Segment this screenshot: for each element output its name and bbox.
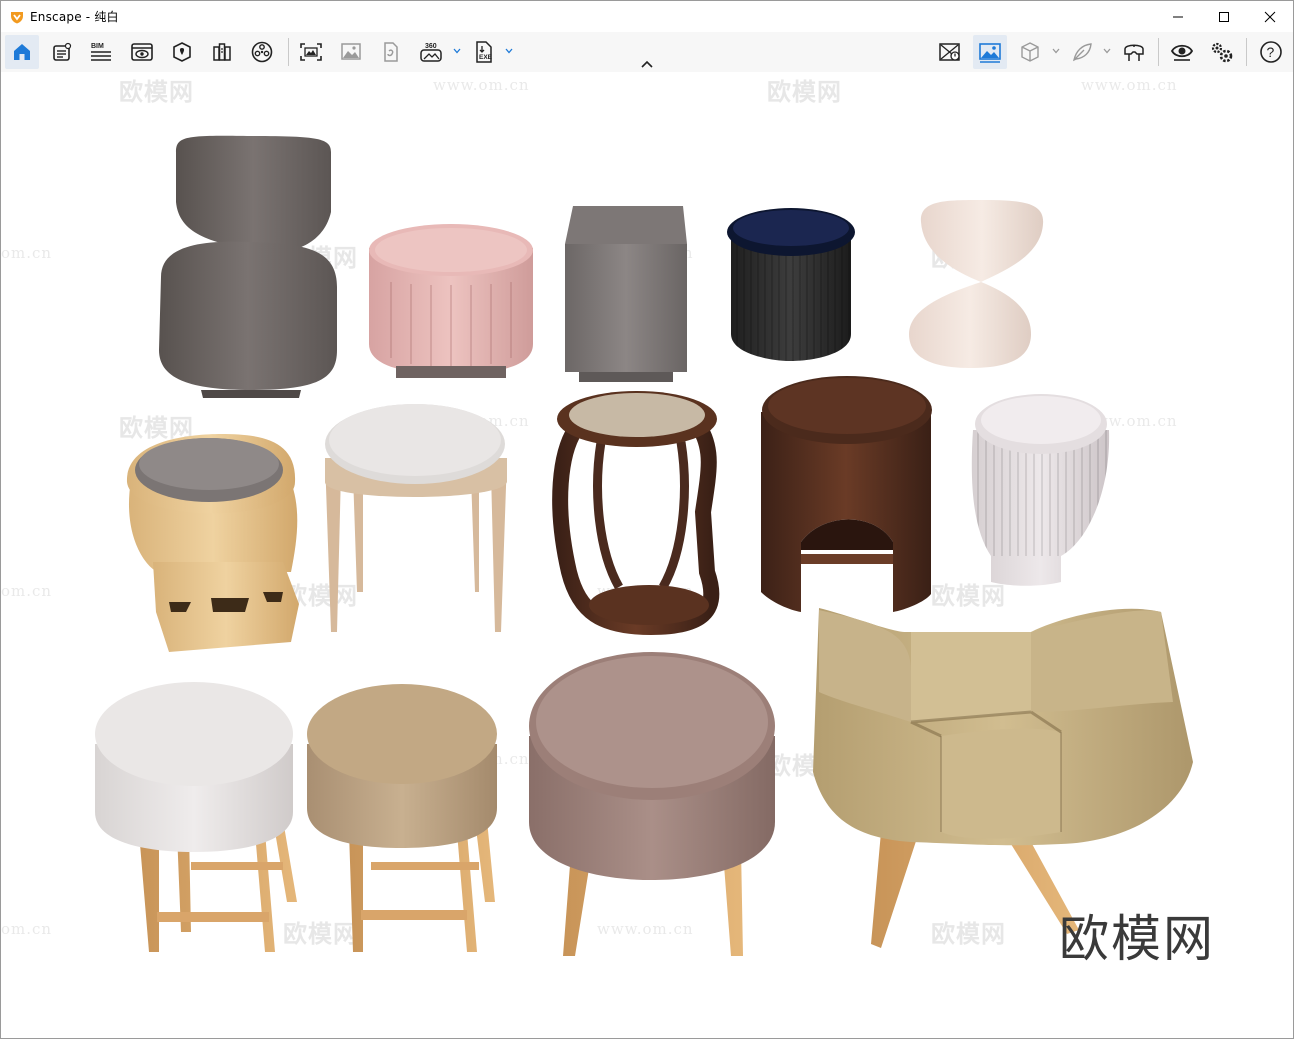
pink-velvet-pouf[interactable]: [369, 224, 533, 378]
chevron-down-icon: [453, 48, 461, 54]
render-viewport[interactable]: 欧模网 www.om.cn 欧模网 www.om.cn om.cn 欧模网 ww…: [1, 72, 1293, 1038]
maximize-button[interactable]: [1201, 1, 1247, 32]
feather-button[interactable]: [1065, 35, 1099, 69]
collapse-toolbar-chevron-icon[interactable]: [639, 59, 655, 71]
panorama-upload-icon: [384, 42, 398, 62]
export-exe-icon: EXE: [476, 41, 493, 63]
settings-button[interactable]: [1205, 35, 1239, 69]
svg-text:EXE: EXE: [479, 54, 493, 61]
asset-library-button[interactable]: [205, 35, 239, 69]
maximize-icon: [1219, 11, 1229, 22]
title-bar[interactable]: Enscape - 纯白: [1, 1, 1293, 32]
hide-objects-icon: [939, 43, 960, 61]
site-context-button[interactable]: [165, 35, 199, 69]
enscape-logo-icon: [11, 11, 23, 23]
materials-button[interactable]: [245, 35, 279, 69]
tan-fabric-wood-stool[interactable]: [307, 684, 497, 952]
help-icon: ?: [1260, 41, 1282, 63]
screenshot-button[interactable]: [294, 35, 328, 69]
wooden-drum-stool[interactable]: [126, 434, 299, 652]
chevron-down-icon: [1052, 48, 1060, 54]
feather-icon: [1072, 43, 1092, 62]
panorama-360-icon: 360: [420, 43, 442, 62]
visibility-button[interactable]: [1165, 35, 1199, 69]
svg-text:BIM: BIM: [91, 43, 104, 50]
furniture-scene: [95, 135, 1193, 956]
home-button[interactable]: [5, 35, 39, 69]
settings-icon: [1211, 42, 1233, 63]
close-button[interactable]: [1247, 1, 1293, 32]
eye-visibility-icon: [1170, 44, 1194, 61]
black-ribbed-side-table[interactable]: [727, 208, 855, 361]
minimize-icon: [1173, 16, 1183, 17]
close-icon: [1264, 11, 1276, 22]
enscape-window: Enscape - 纯白 BIM 360 EXE ? 欧模网 www.om.cn…: [0, 0, 1294, 1039]
batch-render-button[interactable]: [334, 35, 368, 69]
site-context-icon: [173, 42, 191, 62]
home-icon: [14, 44, 30, 60]
toolbar-separator: [288, 38, 289, 66]
chevron-down-icon: [1103, 48, 1111, 54]
view-management-icon: [131, 43, 153, 61]
help-button[interactable]: ?: [1254, 35, 1288, 69]
cube-dropdown[interactable]: [1051, 43, 1061, 59]
batch-render-icon: [341, 43, 361, 60]
cream-hourglass-stool[interactable]: [909, 200, 1044, 368]
hide-objects-button[interactable]: [933, 35, 967, 69]
window-title: Enscape - 纯白: [30, 10, 119, 24]
white-fabric-wood-stool[interactable]: [95, 682, 297, 952]
toolbar-separator: [1158, 38, 1159, 66]
svg-text:360: 360: [425, 43, 437, 50]
chevron-down-icon: [505, 48, 513, 54]
capture-view-button[interactable]: [973, 35, 1007, 69]
bim-button[interactable]: BIM: [85, 35, 119, 69]
screenshot-icon: [300, 43, 322, 61]
project-info-icon: [53, 42, 72, 61]
vr-headset-button[interactable]: [1117, 35, 1151, 69]
panorama-upload-button[interactable]: [374, 35, 408, 69]
fabric-top-round-stool[interactable]: [325, 404, 507, 632]
bim-icon: BIM: [91, 43, 111, 61]
capture-view-icon: [979, 43, 1001, 63]
main-toolbar: BIM 360 EXE ?: [1, 32, 1293, 72]
asset-library-icon: [213, 43, 231, 61]
lilac-ribbed-pedestal[interactable]: [971, 394, 1110, 586]
export-exe-button[interactable]: EXE: [467, 35, 501, 69]
minimize-button[interactable]: [1155, 1, 1201, 32]
panorama-dropdown[interactable]: [452, 43, 462, 59]
cube-section-icon: [1021, 42, 1039, 62]
brand-watermark: 欧模网: [1059, 910, 1215, 968]
vr-headset-icon: [1124, 44, 1144, 61]
toolbar-separator: [1246, 38, 1247, 66]
panorama-360-button[interactable]: 360: [414, 35, 448, 69]
project-info-button[interactable]: [45, 35, 79, 69]
feather-dropdown[interactable]: [1102, 43, 1112, 59]
walnut-curved-side-table[interactable]: [552, 391, 720, 636]
walnut-cylinder-side-table[interactable]: [761, 376, 932, 612]
export-dropdown[interactable]: [504, 43, 514, 59]
gray-cube-ottoman[interactable]: [565, 206, 687, 382]
svg-text:?: ?: [1267, 44, 1275, 60]
beige-upholstered-lounge-chair[interactable]: [813, 608, 1193, 948]
gray-lounge-chair[interactable]: [159, 135, 337, 398]
mauve-leather-round-ottoman[interactable]: [529, 652, 775, 956]
cube-section-button[interactable]: [1013, 35, 1047, 69]
materials-icon: [251, 41, 273, 63]
view-management-button[interactable]: [125, 35, 159, 69]
